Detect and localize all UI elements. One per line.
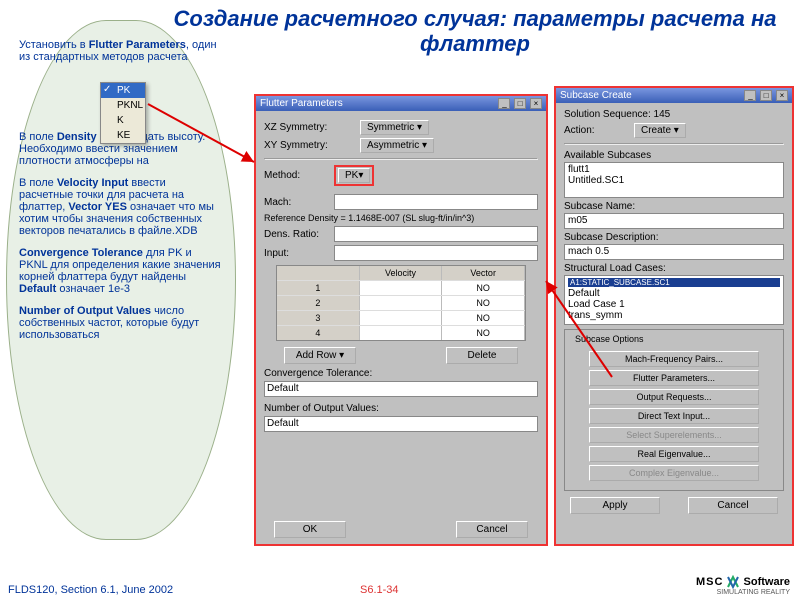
list-item[interactable]: trans_symm — [568, 310, 780, 321]
complex-eigenvalue-button[interactable]: Complex Eigenvalue... — [589, 465, 759, 481]
left-p1: Установить в Flutter Parameters, один из… — [19, 39, 223, 63]
cancel-button[interactable]: Cancel — [688, 497, 778, 514]
menu-item-pknl[interactable]: PKNL — [101, 98, 145, 113]
flutter-title: Flutter Parameters — [260, 98, 343, 109]
list-item[interactable]: flutt1 — [568, 164, 780, 175]
method-label: Method: — [264, 170, 334, 181]
section-mark: S6.1-34 — [360, 584, 399, 596]
xz-symmetry-select[interactable]: Symmetric ▾ — [360, 120, 429, 135]
menu-item-k[interactable]: K — [101, 113, 145, 128]
reference-density-text: Reference Density = 1.1468E-007 (SL slug… — [264, 213, 538, 223]
method-select[interactable]: PK▾ — [338, 168, 370, 183]
method-highlight: PK▾ — [334, 165, 374, 186]
real-eigenvalue-button[interactable]: Real Eigenvalue... — [589, 446, 759, 462]
solution-sequence-text: Solution Sequence: 145 — [564, 109, 784, 120]
velocity-cell[interactable] — [360, 296, 443, 310]
slide-title: Создание расчетного случая: параметры ра… — [170, 6, 780, 57]
menu-item-pk[interactable]: ✓PK — [101, 83, 145, 98]
velocity-cell[interactable] — [360, 281, 443, 295]
subcase-title: Subcase Create — [560, 90, 632, 101]
structural-load-cases-label: Structural Load Cases: — [564, 263, 784, 274]
minimize-icon[interactable]: _ — [744, 90, 756, 101]
vector-cell[interactable]: NO — [442, 296, 525, 310]
xz-symmetry-label: XZ Symmetry: — [264, 122, 360, 133]
ok-button[interactable]: OK — [274, 521, 346, 538]
apply-button[interactable]: Apply — [570, 497, 660, 514]
structural-load-cases-list[interactable]: A1:STATIC_SUBCASE.SC1 Default Load Case … — [564, 275, 784, 325]
flutter-titlebar: Flutter Parameters _ □ × — [256, 96, 546, 111]
subcase-name-label: Subcase Name: — [564, 201, 784, 212]
velocity-cell[interactable] — [360, 311, 443, 325]
subcase-description-field[interactable]: mach 0.5 — [564, 244, 784, 260]
vector-cell[interactable]: NO — [442, 311, 525, 325]
xy-symmetry-label: XY Symmetry: — [264, 140, 360, 151]
left-p4: Convergence Tolerance для PK и PKNL для … — [19, 247, 223, 295]
subcase-titlebar: Subcase Create _ □ × — [556, 88, 792, 103]
left-p5: Number of Output Values число собственны… — [19, 305, 223, 341]
logo-mark-icon — [726, 575, 740, 589]
minimize-icon[interactable]: _ — [498, 98, 510, 109]
num-output-values-field[interactable]: Default — [264, 416, 538, 432]
flutter-parameters-button[interactable]: Flutter Parameters... — [589, 370, 759, 386]
list-item[interactable]: Load Case 1 — [568, 299, 780, 310]
mach-frequency-pairs-button[interactable]: Mach-Frequency Pairs... — [589, 351, 759, 367]
dens-ratio-label: Dens. Ratio: — [264, 229, 334, 240]
cancel-button[interactable]: Cancel — [456, 521, 528, 538]
maximize-icon[interactable]: □ — [514, 98, 526, 109]
dens-ratio-field[interactable] — [334, 226, 538, 242]
left-p3: В поле Velocity Input ввести расчетные т… — [19, 177, 223, 237]
footer-text: FLDS120, Section 6.1, June 2002 — [8, 584, 173, 596]
input-label: Input: — [264, 248, 334, 259]
subcase-create-dialog: Subcase Create _ □ × Solution Sequence: … — [554, 86, 794, 546]
mach-field[interactable] — [334, 194, 538, 210]
subcase-options-group: Subcase Options Mach-Frequency Pairs... … — [564, 329, 784, 491]
list-item[interactable]: Default — [568, 288, 780, 299]
add-row-button[interactable]: Add Row ▾ — [284, 347, 356, 364]
delete-button[interactable]: Delete — [446, 347, 518, 364]
mach-label: Mach: — [264, 197, 334, 208]
check-icon: ✓ — [103, 84, 111, 95]
menu-item-ke[interactable]: KE — [101, 128, 145, 143]
subcase-options-legend: Subcase Options — [573, 334, 646, 344]
subcase-description-label: Subcase Description: — [564, 232, 784, 243]
select-superelements-button[interactable]: Select Superelements... — [589, 427, 759, 443]
window-controls: _ □ × — [497, 98, 542, 109]
available-subcases-label: Available Subcases — [564, 150, 784, 161]
convergence-tolerance-label: Convergence Tolerance: — [264, 368, 538, 379]
input-field[interactable] — [334, 245, 538, 261]
vector-cell[interactable]: NO — [442, 281, 525, 295]
convergence-tolerance-field[interactable]: Default — [264, 381, 538, 397]
close-icon[interactable]: × — [530, 98, 542, 109]
num-output-values-label: Number of Output Values: — [264, 403, 538, 414]
output-requests-button[interactable]: Output Requests... — [589, 389, 759, 405]
method-menu[interactable]: ✓PK PKNL K KE — [100, 82, 146, 144]
velocity-vector-table: Velocity Vector 1NO 2NO 3NO 4NO — [276, 265, 526, 341]
available-subcases-list[interactable]: flutt1 Untitled.SC1 — [564, 162, 784, 198]
list-item[interactable]: Untitled.SC1 — [568, 175, 780, 186]
col-vector: Vector — [442, 266, 525, 280]
subcase-name-field[interactable]: m05 — [564, 213, 784, 229]
velocity-cell[interactable] — [360, 326, 443, 340]
close-icon[interactable]: × — [776, 90, 788, 101]
action-label: Action: — [564, 125, 634, 136]
direct-text-input-button[interactable]: Direct Text Input... — [589, 408, 759, 424]
msc-logo: MSC Software SIMULATING REALITY — [696, 575, 790, 596]
flutter-parameters-dialog: Flutter Parameters _ □ × XZ Symmetry: Sy… — [254, 94, 548, 546]
action-select[interactable]: Create ▾ — [634, 123, 686, 138]
list-item-selected[interactable]: A1:STATIC_SUBCASE.SC1 — [568, 278, 780, 287]
xy-symmetry-select[interactable]: Asymmetric ▾ — [360, 138, 434, 153]
col-velocity: Velocity — [360, 266, 443, 280]
window-controls: _ □ × — [743, 90, 788, 101]
vector-cell[interactable]: NO — [442, 326, 525, 340]
maximize-icon[interactable]: □ — [760, 90, 772, 101]
